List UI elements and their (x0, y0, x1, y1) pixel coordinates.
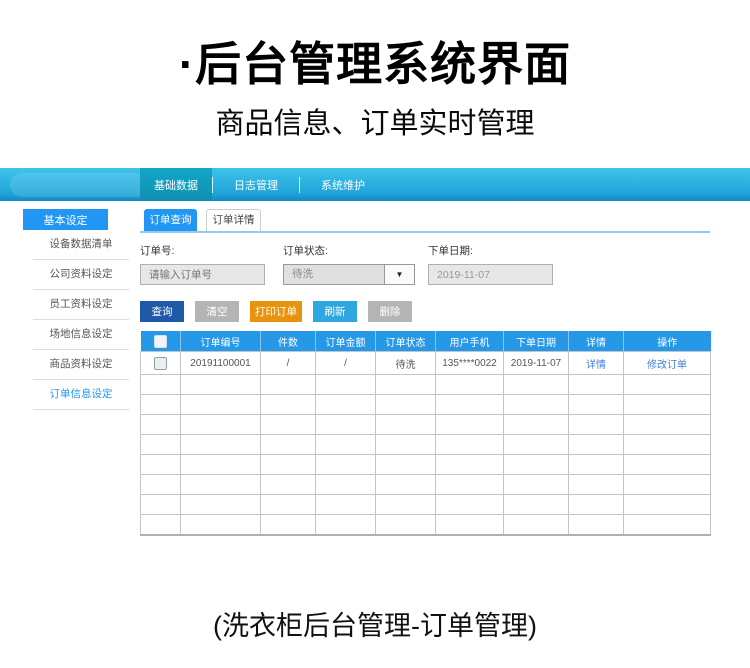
empty-rows (141, 375, 711, 536)
filter-order-status: 订单状态: 待洗 ▼ (283, 243, 415, 285)
table-row: 20191100001 / / 待洗 135****0022 2019-11-0… (141, 352, 711, 375)
clear-button[interactable]: 清空 (195, 301, 239, 322)
col-amount: 订单金额 (316, 331, 376, 352)
order-date-label: 下单日期: (428, 243, 553, 258)
modify-order-link[interactable]: 修改订单 (647, 360, 687, 371)
sidebar-item-product-profile[interactable]: 商品资料设定 (33, 350, 129, 380)
detail-link[interactable]: 详情 (586, 360, 606, 371)
order-no-input[interactable] (140, 264, 265, 285)
empty-table-row (141, 435, 711, 455)
nav-tab-basic-data[interactable]: 基础数据 (140, 168, 212, 201)
empty-table-row (141, 455, 711, 475)
col-order-no: 订单编号 (181, 331, 261, 352)
col-status: 订单状态 (376, 331, 436, 352)
col-action: 操作 (624, 331, 711, 352)
empty-table-row (141, 415, 711, 435)
table-header-row: 订单编号 件数 订单金额 订单状态 用户手机 下单日期 详情 操作 (141, 331, 711, 352)
print-order-button[interactable]: 打印订单 (250, 301, 302, 322)
image-caption: (洗衣柜后台管理-订单管理) (0, 604, 750, 643)
dropdown-arrow-icon[interactable]: ▼ (384, 265, 414, 284)
main-panel: 订单查询 订单详情 订单号: 订单状态: 待洗 ▼ 下单日期: 查询 清空 (140, 209, 710, 536)
sidebar-item-employee-profile[interactable]: 员工资料设定 (33, 290, 129, 320)
page-subtitle: 商品信息、订单实时管理 (0, 100, 750, 142)
cell-status: 待洗 (376, 352, 436, 375)
col-pieces: 件数 (261, 331, 316, 352)
action-button-bar: 查询 清空 打印订单 刷新 删除 (140, 301, 710, 322)
cell-order-no: 20191100001 (181, 352, 261, 375)
sidebar-header-basic-settings: 基本设定 (23, 209, 108, 230)
empty-table-row (141, 495, 711, 515)
sidebar: 基本设定 设备数据清单 公司资料设定 员工资料设定 场地信息设定 商品资料设定 … (23, 209, 135, 410)
empty-table-row (141, 515, 711, 536)
empty-table-row (141, 475, 711, 495)
order-status-label: 订单状态: (283, 243, 415, 258)
tab-order-detail[interactable]: 订单详情 (206, 209, 261, 231)
sidebar-item-company-profile[interactable]: 公司资料设定 (33, 260, 129, 290)
order-date-input[interactable] (428, 264, 553, 285)
select-all-checkbox[interactable] (154, 335, 167, 348)
nav-tab-log-management[interactable]: 日志管理 (213, 168, 299, 201)
order-no-label: 订单号: (140, 243, 265, 258)
row-checkbox[interactable] (154, 357, 167, 370)
empty-table-row (141, 375, 711, 395)
navbar-tabs: 基础数据 日志管理 系统维护 (140, 168, 386, 201)
select-all-cell (141, 331, 181, 352)
filter-bar: 订单号: 订单状态: 待洗 ▼ 下单日期: (140, 233, 710, 299)
filter-order-date: 下单日期: (428, 243, 553, 285)
sidebar-item-order-info[interactable]: 订单信息设定 (33, 380, 129, 410)
empty-table-row (141, 395, 711, 415)
main-tab-bar: 订单查询 订单详情 (140, 209, 710, 233)
sidebar-item-site-info[interactable]: 场地信息设定 (33, 320, 129, 350)
nav-tab-system-maintenance[interactable]: 系统维护 (300, 168, 386, 201)
order-table: 订单编号 件数 订单金额 订单状态 用户手机 下单日期 详情 操作 201911… (140, 331, 711, 536)
delete-button[interactable]: 删除 (368, 301, 412, 322)
query-button[interactable]: 查询 (140, 301, 184, 322)
col-detail: 详情 (569, 331, 624, 352)
cell-pieces: / (261, 352, 316, 375)
refresh-button[interactable]: 刷新 (313, 301, 357, 322)
col-date: 下单日期 (504, 331, 569, 352)
order-status-value: 待洗 (284, 265, 384, 284)
col-phone: 用户手机 (436, 331, 504, 352)
tab-order-query[interactable]: 订单查询 (144, 209, 197, 231)
top-navbar: 基础数据 日志管理 系统维护 (0, 168, 750, 201)
page: ·后台管理系统界面 商品信息、订单实时管理 基础数据 日志管理 系统维护 基本设… (0, 0, 750, 668)
page-title: ·后台管理系统界面 (0, 28, 750, 94)
sidebar-item-device-data-list[interactable]: 设备数据清单 (33, 230, 129, 260)
order-status-select[interactable]: 待洗 ▼ (283, 264, 415, 285)
cell-phone: 135****0022 (436, 352, 504, 375)
filter-order-no: 订单号: (140, 243, 265, 285)
cell-date: 2019-11-07 (504, 352, 569, 375)
cell-amount: / (316, 352, 376, 375)
